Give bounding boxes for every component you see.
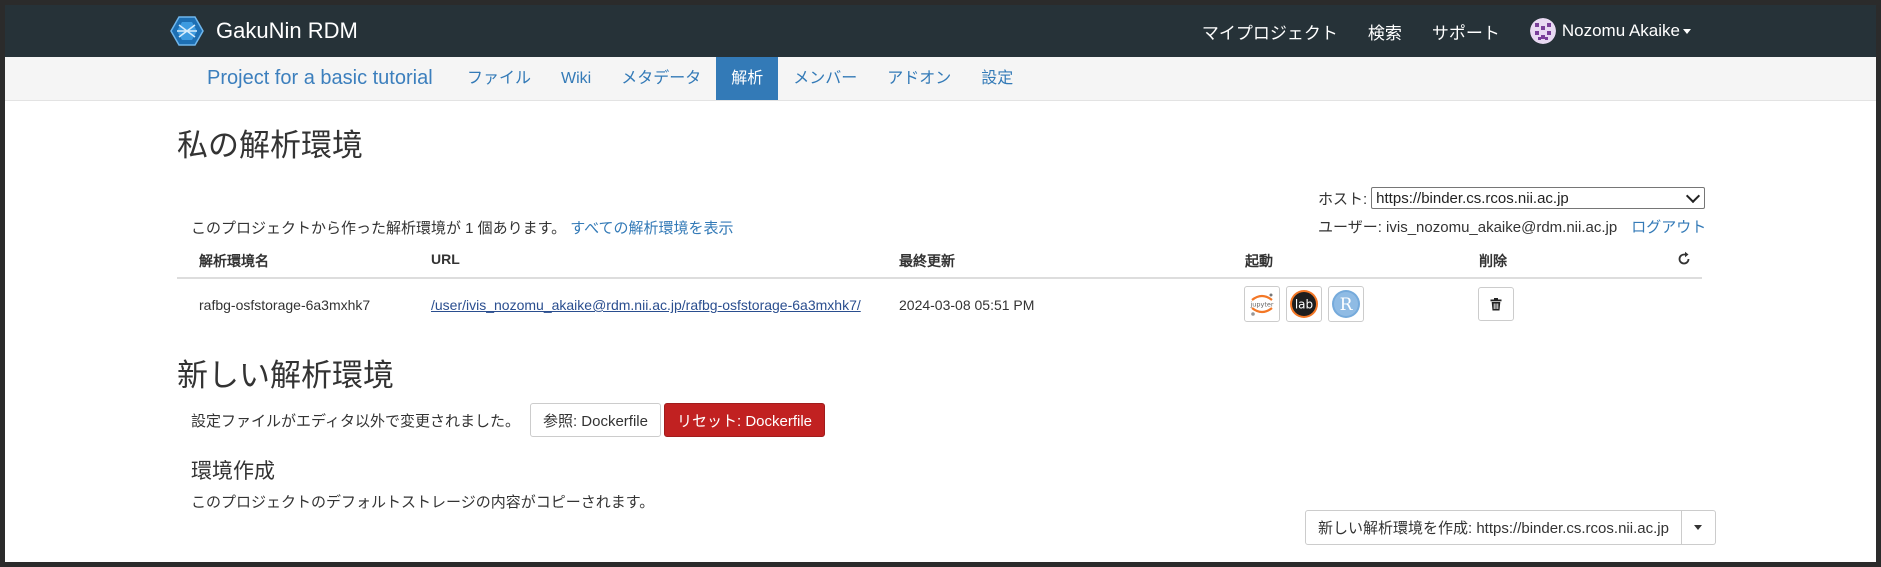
chevron-down-icon [1683, 28, 1691, 34]
env-updated: 2024-03-08 05:51 PM [899, 297, 1035, 313]
user-menu[interactable]: Nozomu Akaike [1529, 18, 1691, 44]
host-select-value: https://binder.cs.rcos.nii.ac.jp [1376, 189, 1569, 207]
chevron-down-icon [1694, 525, 1703, 530]
create-env-dropdown-toggle[interactable] [1681, 510, 1716, 545]
create-env-description: このプロジェクトのデフォルトストレージの内容がコピーされます。 [191, 494, 655, 511]
nav-support[interactable]: サポート [1432, 19, 1500, 44]
tab-analysis[interactable]: 解析 [716, 57, 779, 100]
launch-rstudio-button[interactable]: R [1328, 286, 1364, 322]
delete-env-button[interactable] [1478, 287, 1514, 321]
logout-link[interactable]: ログアウト [1631, 219, 1706, 236]
tab-members[interactable]: メンバー [778, 57, 872, 100]
user-label: ユーザー: ivis_nozomu_akaike@rdm.nii.ac.jp [1318, 219, 1618, 236]
modified-text: 設定ファイルがエディタ以外で変更されました。 [191, 412, 520, 430]
jupyter-label: jupyter [1249, 301, 1273, 309]
top-navbar: GakuNin RDM マイプロジェクト 検索 サポート Nozomu Akai… [5, 5, 1876, 57]
reset-dockerfile-button[interactable]: リセット: Dockerfile [663, 403, 826, 437]
tab-wiki[interactable]: Wiki [546, 57, 606, 100]
env-count-text: このプロジェクトから作った解析環境が 1 個あります。 [191, 220, 567, 237]
brand[interactable]: GakuNin RDM [170, 15, 358, 47]
table-row: rafbg-osfstorage-6a3mxhk7 /user/ivis_noz… [177, 278, 1702, 332]
table-header: 解析環境名 URL 最終更新 起動 削除 [177, 243, 1702, 279]
env-count: このプロジェクトから作った解析環境が 1 個あります。 すべての解析環境を表示 [191, 217, 734, 238]
new-env-heading: 新しい解析環境 [177, 358, 394, 393]
nav-my-projects[interactable]: マイプロジェクト [1202, 19, 1338, 44]
host-label: ホスト: [1318, 190, 1368, 208]
brand-name: GakuNin RDM [216, 18, 358, 43]
launch-jupyterlab-button[interactable]: lab [1286, 286, 1322, 322]
host-select[interactable]: https://binder.cs.rcos.nii.ac.jp [1371, 187, 1706, 209]
column-header-name: 解析環境名 [199, 253, 269, 269]
create-env-button[interactable]: 新しい解析環境を作成: https://binder.cs.rcos.nii.a… [1305, 510, 1682, 545]
create-env-button-group: 新しい解析環境を作成: https://binder.cs.rcos.nii.a… [1305, 510, 1716, 545]
app-frame: GakuNin RDM マイプロジェクト 検索 サポート Nozomu Akai… [0, 0, 1881, 567]
user-info: ユーザー: ivis_nozomu_akaike@rdm.nii.ac.jp ログ… [1318, 216, 1706, 237]
rstudio-label: R [1340, 295, 1354, 315]
rstudio-icon: R [1332, 290, 1360, 318]
gakunin-logo-icon [170, 16, 204, 46]
chevron-down-icon [1686, 188, 1701, 204]
env-url-link[interactable]: /user/ivis_nozomu_akaike@rdm.nii.ac.jp/r… [431, 297, 861, 313]
host-selector: ホスト: https://binder.cs.rcos.nii.ac.jp [1318, 187, 1706, 209]
column-header-url: URL [431, 251, 460, 267]
create-env-title: 環境作成 [191, 460, 275, 483]
launch-jupyter-button[interactable]: jupyter [1244, 286, 1280, 322]
jupyterlab-icon: lab [1290, 290, 1318, 318]
column-header-delete: 削除 [1479, 253, 1507, 269]
page-title: 私の解析環境 [177, 128, 363, 163]
jupyterlab-label: lab [1295, 298, 1313, 312]
tab-metadata[interactable]: メタデータ [606, 57, 716, 100]
nav-search[interactable]: 検索 [1368, 19, 1402, 44]
jupyter-icon: jupyter [1249, 293, 1274, 316]
user-name: Nozomu Akaike [1561, 21, 1680, 40]
column-header-updated: 最終更新 [899, 253, 955, 269]
view-dockerfile-button[interactable]: 参照: Dockerfile [529, 403, 661, 437]
tab-settings[interactable]: 設定 [966, 57, 1028, 100]
project-title[interactable]: Project for a basic tutorial [207, 57, 433, 100]
tab-addons[interactable]: アドオン [872, 57, 966, 100]
trash-icon [1490, 297, 1502, 310]
avatar [1529, 18, 1556, 44]
env-name: rafbg-osfstorage-6a3mxhk7 [199, 297, 371, 313]
show-all-envs-link[interactable]: すべての解析環境を表示 [570, 220, 733, 237]
tab-files[interactable]: ファイル [452, 57, 546, 100]
project-tabs: ファイル Wiki メタデータ 解析 メンバー アドオン 設定 [452, 57, 1028, 100]
launch-buttons: jupyter lab R [1244, 286, 1370, 322]
project-nav: Project for a basic tutorial ファイル Wiki メ… [5, 57, 1876, 101]
refresh-icon[interactable] [1676, 251, 1692, 267]
navbar-right: マイプロジェクト 検索 サポート Nozomu Akaike [1202, 5, 1876, 57]
column-header-launch: 起動 [1245, 253, 1273, 269]
dockerfile-modified-notice: 設定ファイルがエディタ以外で変更されました。 参照: Dockerfile リセ… [191, 403, 826, 437]
